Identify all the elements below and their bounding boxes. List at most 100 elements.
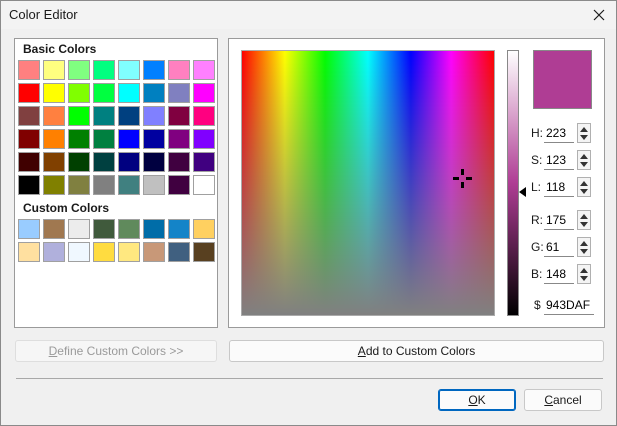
basic-color-swatch[interactable] [168, 83, 190, 103]
luminance-slider[interactable] [507, 50, 519, 316]
basic-color-swatch[interactable] [118, 152, 140, 172]
custom-color-swatch[interactable] [118, 242, 140, 262]
value-input[interactable] [544, 237, 574, 257]
custom-color-swatch[interactable] [143, 219, 165, 239]
basic-color-swatch[interactable] [193, 106, 215, 126]
color-spectrum[interactable] [241, 50, 495, 316]
basic-color-swatch[interactable] [193, 60, 215, 80]
custom-color-swatch[interactable] [93, 242, 115, 262]
basic-color-swatch[interactable] [93, 83, 115, 103]
basic-color-swatch[interactable] [93, 152, 115, 172]
spin-down-icon[interactable] [580, 162, 588, 167]
custom-color-swatch[interactable] [143, 242, 165, 262]
spin-down-icon[interactable] [580, 135, 588, 140]
basic-color-swatch[interactable] [43, 106, 65, 126]
basic-color-swatch[interactable] [143, 129, 165, 149]
basic-color-swatch[interactable] [168, 175, 190, 195]
basic-color-swatch[interactable] [118, 106, 140, 126]
basic-color-swatch[interactable] [193, 129, 215, 149]
spin-up-icon[interactable] [580, 127, 588, 132]
basic-color-swatch[interactable] [93, 106, 115, 126]
spin-down-icon[interactable] [580, 222, 588, 227]
spin-button[interactable] [577, 210, 591, 230]
cancel-button[interactable]: Cancel [524, 389, 602, 411]
spin-button[interactable] [577, 177, 591, 197]
basic-color-swatch[interactable] [143, 152, 165, 172]
value-input[interactable] [544, 210, 574, 230]
spin-button[interactable] [577, 123, 591, 143]
basic-color-swatch[interactable] [168, 60, 190, 80]
basic-color-swatch[interactable] [68, 152, 90, 172]
custom-color-swatch[interactable] [18, 242, 40, 262]
basic-color-swatch[interactable] [118, 129, 140, 149]
value-input[interactable] [544, 150, 574, 170]
basic-color-swatch[interactable] [193, 175, 215, 195]
luminance-arrow-icon[interactable] [519, 186, 526, 197]
basic-color-swatch[interactable] [18, 175, 40, 195]
spin-up-icon[interactable] [580, 214, 588, 219]
basic-color-swatch[interactable] [68, 83, 90, 103]
basic-color-swatch[interactable] [118, 60, 140, 80]
basic-color-swatch[interactable] [193, 152, 215, 172]
basic-color-swatch[interactable] [43, 129, 65, 149]
add-to-custom-colors-button[interactable]: Add to Custom Colors [229, 340, 604, 362]
basic-color-swatch[interactable] [18, 106, 40, 126]
basic-color-swatch[interactable] [43, 83, 65, 103]
custom-color-swatch[interactable] [193, 242, 215, 262]
spin-button[interactable] [577, 150, 591, 170]
value-input[interactable] [544, 177, 574, 197]
basic-color-swatch[interactable] [18, 83, 40, 103]
basic-color-swatch[interactable] [68, 175, 90, 195]
field-label: B: [531, 267, 543, 281]
custom-color-swatch[interactable] [43, 242, 65, 262]
basic-color-swatch[interactable] [93, 60, 115, 80]
spin-up-icon[interactable] [580, 181, 588, 186]
basic-color-swatch[interactable] [43, 152, 65, 172]
custom-color-swatch[interactable] [93, 219, 115, 239]
value-input[interactable] [544, 123, 574, 143]
basic-color-swatch[interactable] [18, 129, 40, 149]
basic-colors-grid [18, 60, 215, 195]
basic-color-swatch[interactable] [118, 175, 140, 195]
define-custom-colors-button[interactable]: Define Custom Colors >> [15, 340, 217, 362]
basic-color-swatch[interactable] [118, 83, 140, 103]
custom-color-swatch[interactable] [18, 219, 40, 239]
spin-up-icon[interactable] [580, 268, 588, 273]
basic-color-swatch[interactable] [193, 83, 215, 103]
basic-color-swatch[interactable] [143, 106, 165, 126]
basic-color-swatch[interactable] [168, 106, 190, 126]
basic-color-swatch[interactable] [143, 60, 165, 80]
custom-color-swatch[interactable] [168, 219, 190, 239]
spin-up-icon[interactable] [580, 241, 588, 246]
basic-color-swatch[interactable] [93, 175, 115, 195]
spin-up-icon[interactable] [580, 154, 588, 159]
basic-color-swatch[interactable] [43, 60, 65, 80]
spin-button[interactable] [577, 237, 591, 257]
ok-button[interactable]: OK [438, 389, 516, 411]
basic-color-swatch[interactable] [68, 129, 90, 149]
spin-down-icon[interactable] [580, 249, 588, 254]
custom-color-swatch[interactable] [168, 242, 190, 262]
basic-color-swatch[interactable] [18, 60, 40, 80]
basic-color-swatch[interactable] [43, 175, 65, 195]
basic-color-swatch[interactable] [143, 83, 165, 103]
basic-color-swatch[interactable] [18, 152, 40, 172]
basic-color-swatch[interactable] [93, 129, 115, 149]
custom-color-swatch[interactable] [193, 219, 215, 239]
basic-color-swatch[interactable] [168, 129, 190, 149]
custom-color-swatch[interactable] [68, 242, 90, 262]
value-input[interactable] [544, 264, 574, 284]
basic-color-swatch[interactable] [168, 152, 190, 172]
crosshair-icon[interactable] [452, 168, 473, 189]
hex-input[interactable] [544, 295, 594, 315]
spin-button[interactable] [577, 264, 591, 284]
custom-color-swatch[interactable] [118, 219, 140, 239]
close-button[interactable] [585, 3, 613, 27]
custom-color-swatch[interactable] [43, 219, 65, 239]
basic-color-swatch[interactable] [68, 60, 90, 80]
custom-color-swatch[interactable] [68, 219, 90, 239]
spin-down-icon[interactable] [580, 276, 588, 281]
basic-color-swatch[interactable] [143, 175, 165, 195]
spin-down-icon[interactable] [580, 189, 588, 194]
basic-color-swatch[interactable] [68, 106, 90, 126]
